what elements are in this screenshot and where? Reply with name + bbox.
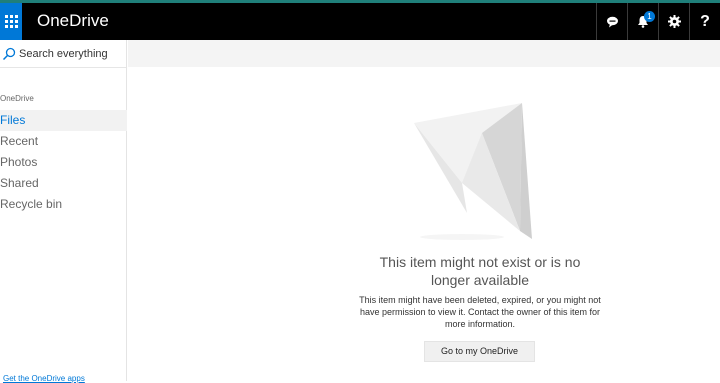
chat-button[interactable]: [596, 3, 627, 40]
paper-plane-icon: [414, 103, 532, 240]
error-description: This item might have been deleted, expir…: [359, 295, 601, 329]
command-bar: [128, 40, 720, 67]
chat-icon: [606, 16, 618, 27]
main-content: This item might not exist or is no longe…: [128, 67, 720, 381]
notifications-button[interactable]: 1: [627, 3, 658, 40]
get-apps-link[interactable]: Get the OneDrive apps: [3, 374, 85, 383]
top-bar-actions: 1 ?: [596, 3, 720, 40]
section-label: OneDrive: [0, 94, 34, 103]
notification-badge: 1: [644, 11, 655, 22]
top-bar: OneDrive 1 ?: [0, 0, 720, 40]
search-icon: [2, 47, 16, 60]
error-title: This item might not exist or is no longe…: [379, 254, 581, 288]
search-box[interactable]: Search everything: [0, 40, 126, 68]
sidebar-item-files[interactable]: Files: [0, 110, 127, 131]
app-launcher-icon: [4, 15, 18, 28]
sidebar-item-recycle-bin[interactable]: Recycle bin: [0, 194, 127, 215]
app-launcher-button[interactable]: [0, 3, 22, 40]
app-title[interactable]: OneDrive: [37, 11, 109, 31]
sidebar: Search everything OneDrive Files Recent …: [0, 40, 127, 383]
sidebar-nav: Files Recent Photos Shared Recycle bin: [0, 110, 127, 215]
go-to-my-onedrive-button[interactable]: Go to my OneDrive: [424, 341, 535, 362]
gear-icon: [667, 15, 681, 28]
search-input[interactable]: Search everything: [19, 48, 108, 60]
sidebar-item-recent[interactable]: Recent: [0, 131, 127, 152]
sidebar-item-shared[interactable]: Shared: [0, 173, 127, 194]
sidebar-item-photos[interactable]: Photos: [0, 152, 127, 173]
help-button[interactable]: ?: [689, 3, 720, 40]
help-icon: ?: [700, 12, 710, 30]
settings-button[interactable]: [658, 3, 689, 40]
